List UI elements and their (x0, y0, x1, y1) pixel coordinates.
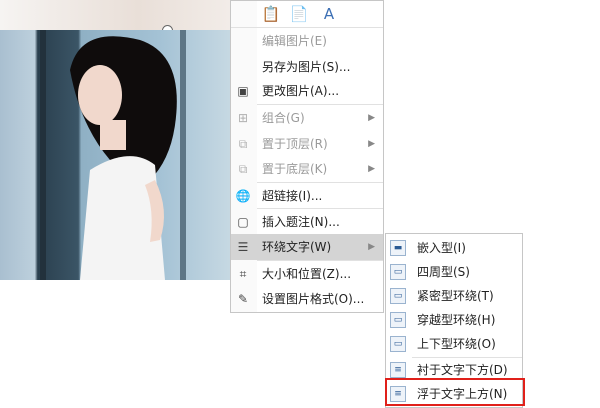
menu-item-label: 大小和位置(Z)... (262, 267, 352, 281)
submenu-item-label: 紧密型环绕(T) (417, 289, 494, 303)
submenu-arrow-icon: ▶ (368, 164, 375, 174)
menu-item-label: 超链接(I)... (262, 189, 323, 203)
top-bottom-wrap-icon: ▭ (390, 336, 406, 352)
paste-options-row: 📋 📄 A (231, 1, 383, 28)
menu-item-label: 设置图片格式(O)... (262, 292, 365, 306)
red-highlight-box (385, 378, 525, 406)
submenu-arrow-icon: ▶ (368, 113, 375, 123)
send-to-back-icon: ⧉ (238, 162, 248, 176)
menu-item-insert-caption[interactable]: ▢ 插入题注(N)... (231, 209, 383, 235)
menu-item-send-to-back[interactable]: ⧉ 置于底层(K) ▶ (231, 156, 383, 182)
menu-item-edit-picture[interactable]: 编辑图片(E) (231, 28, 383, 54)
submenu-item-top-bottom[interactable]: ▭ 上下型环绕(O) (386, 332, 522, 356)
menu-item-bring-to-front[interactable]: ⧉ 置于顶层(R) ▶ (231, 131, 383, 157)
paste-merge-icon[interactable]: 📄 (289, 3, 309, 25)
insert-caption-icon: ▢ (237, 215, 249, 229)
hyperlink-icon: 🌐 (235, 189, 251, 203)
inline-wrap-icon: ▬ (390, 240, 406, 256)
menu-item-group[interactable]: ⊞ 组合(G) ▶ (231, 105, 383, 131)
menu-item-label: 另存为图片(S)... (262, 60, 351, 74)
submenu-item-label: 四周型(S) (417, 265, 470, 279)
format-picture-icon: ✎ (237, 292, 249, 306)
submenu-item-through[interactable]: ▭ 穿越型环绕(H) (386, 308, 522, 332)
menu-item-label: 置于顶层(R) (262, 137, 328, 151)
menu-item-change-picture[interactable]: ▣ 更改图片(A)... (231, 78, 383, 104)
wrap-text-icon: ☰ (237, 240, 249, 254)
paste-keep-format-icon[interactable]: 📋 (261, 3, 281, 25)
submenu-item-label: 上下型环绕(O) (417, 337, 496, 351)
submenu-arrow-icon: ▶ (368, 139, 375, 149)
group-icon: ⊞ (237, 111, 249, 125)
menu-item-label: 插入题注(N)... (262, 215, 340, 229)
submenu-item-label: 嵌入型(I) (417, 241, 466, 255)
image-top-strip (0, 0, 230, 30)
submenu-item-square[interactable]: ▭ 四周型(S) (386, 260, 522, 284)
menu-item-save-as-picture[interactable]: 另存为图片(S)... (231, 54, 383, 80)
menu-item-size-position[interactable]: ⌗ 大小和位置(Z)... (231, 261, 383, 287)
menu-item-label: 环绕文字(W) (262, 240, 332, 254)
submenu-arrow-icon: ▶ (368, 242, 375, 252)
menu-item-label: 编辑图片(E) (262, 34, 327, 48)
menu-item-wrap-text[interactable]: ☰ 环绕文字(W) ▶ (231, 234, 383, 260)
menu-item-hyperlink[interactable]: 🌐 超链接(I)... (231, 183, 383, 209)
menu-item-label: 更改图片(A)... (262, 84, 340, 98)
bring-to-front-icon: ⧉ (238, 137, 248, 151)
menu-item-label: 组合(G) (262, 111, 305, 125)
change-picture-icon: ▣ (237, 84, 249, 98)
menu-item-format-picture[interactable]: ✎ 设置图片格式(O)... (231, 286, 383, 312)
size-position-icon: ⌗ (239, 267, 247, 281)
square-wrap-icon: ▭ (390, 264, 406, 280)
tight-wrap-icon: ▭ (390, 288, 406, 304)
through-wrap-icon: ▭ (390, 312, 406, 328)
submenu-item-tight[interactable]: ▭ 紧密型环绕(T) (386, 284, 522, 308)
paste-text-only-icon[interactable]: A (319, 3, 339, 25)
menu-item-label: 置于底层(K) (262, 162, 328, 176)
context-menu: 📋 📄 A 编辑图片(E) 另存为图片(S)... ▣ 更改图片(A)... ⊞… (230, 0, 384, 313)
submenu-item-label: 穿越型环绕(H) (417, 313, 496, 327)
submenu-item-inline[interactable]: ▬ 嵌入型(I) (386, 236, 522, 260)
behind-text-icon: ≡ (390, 362, 406, 378)
